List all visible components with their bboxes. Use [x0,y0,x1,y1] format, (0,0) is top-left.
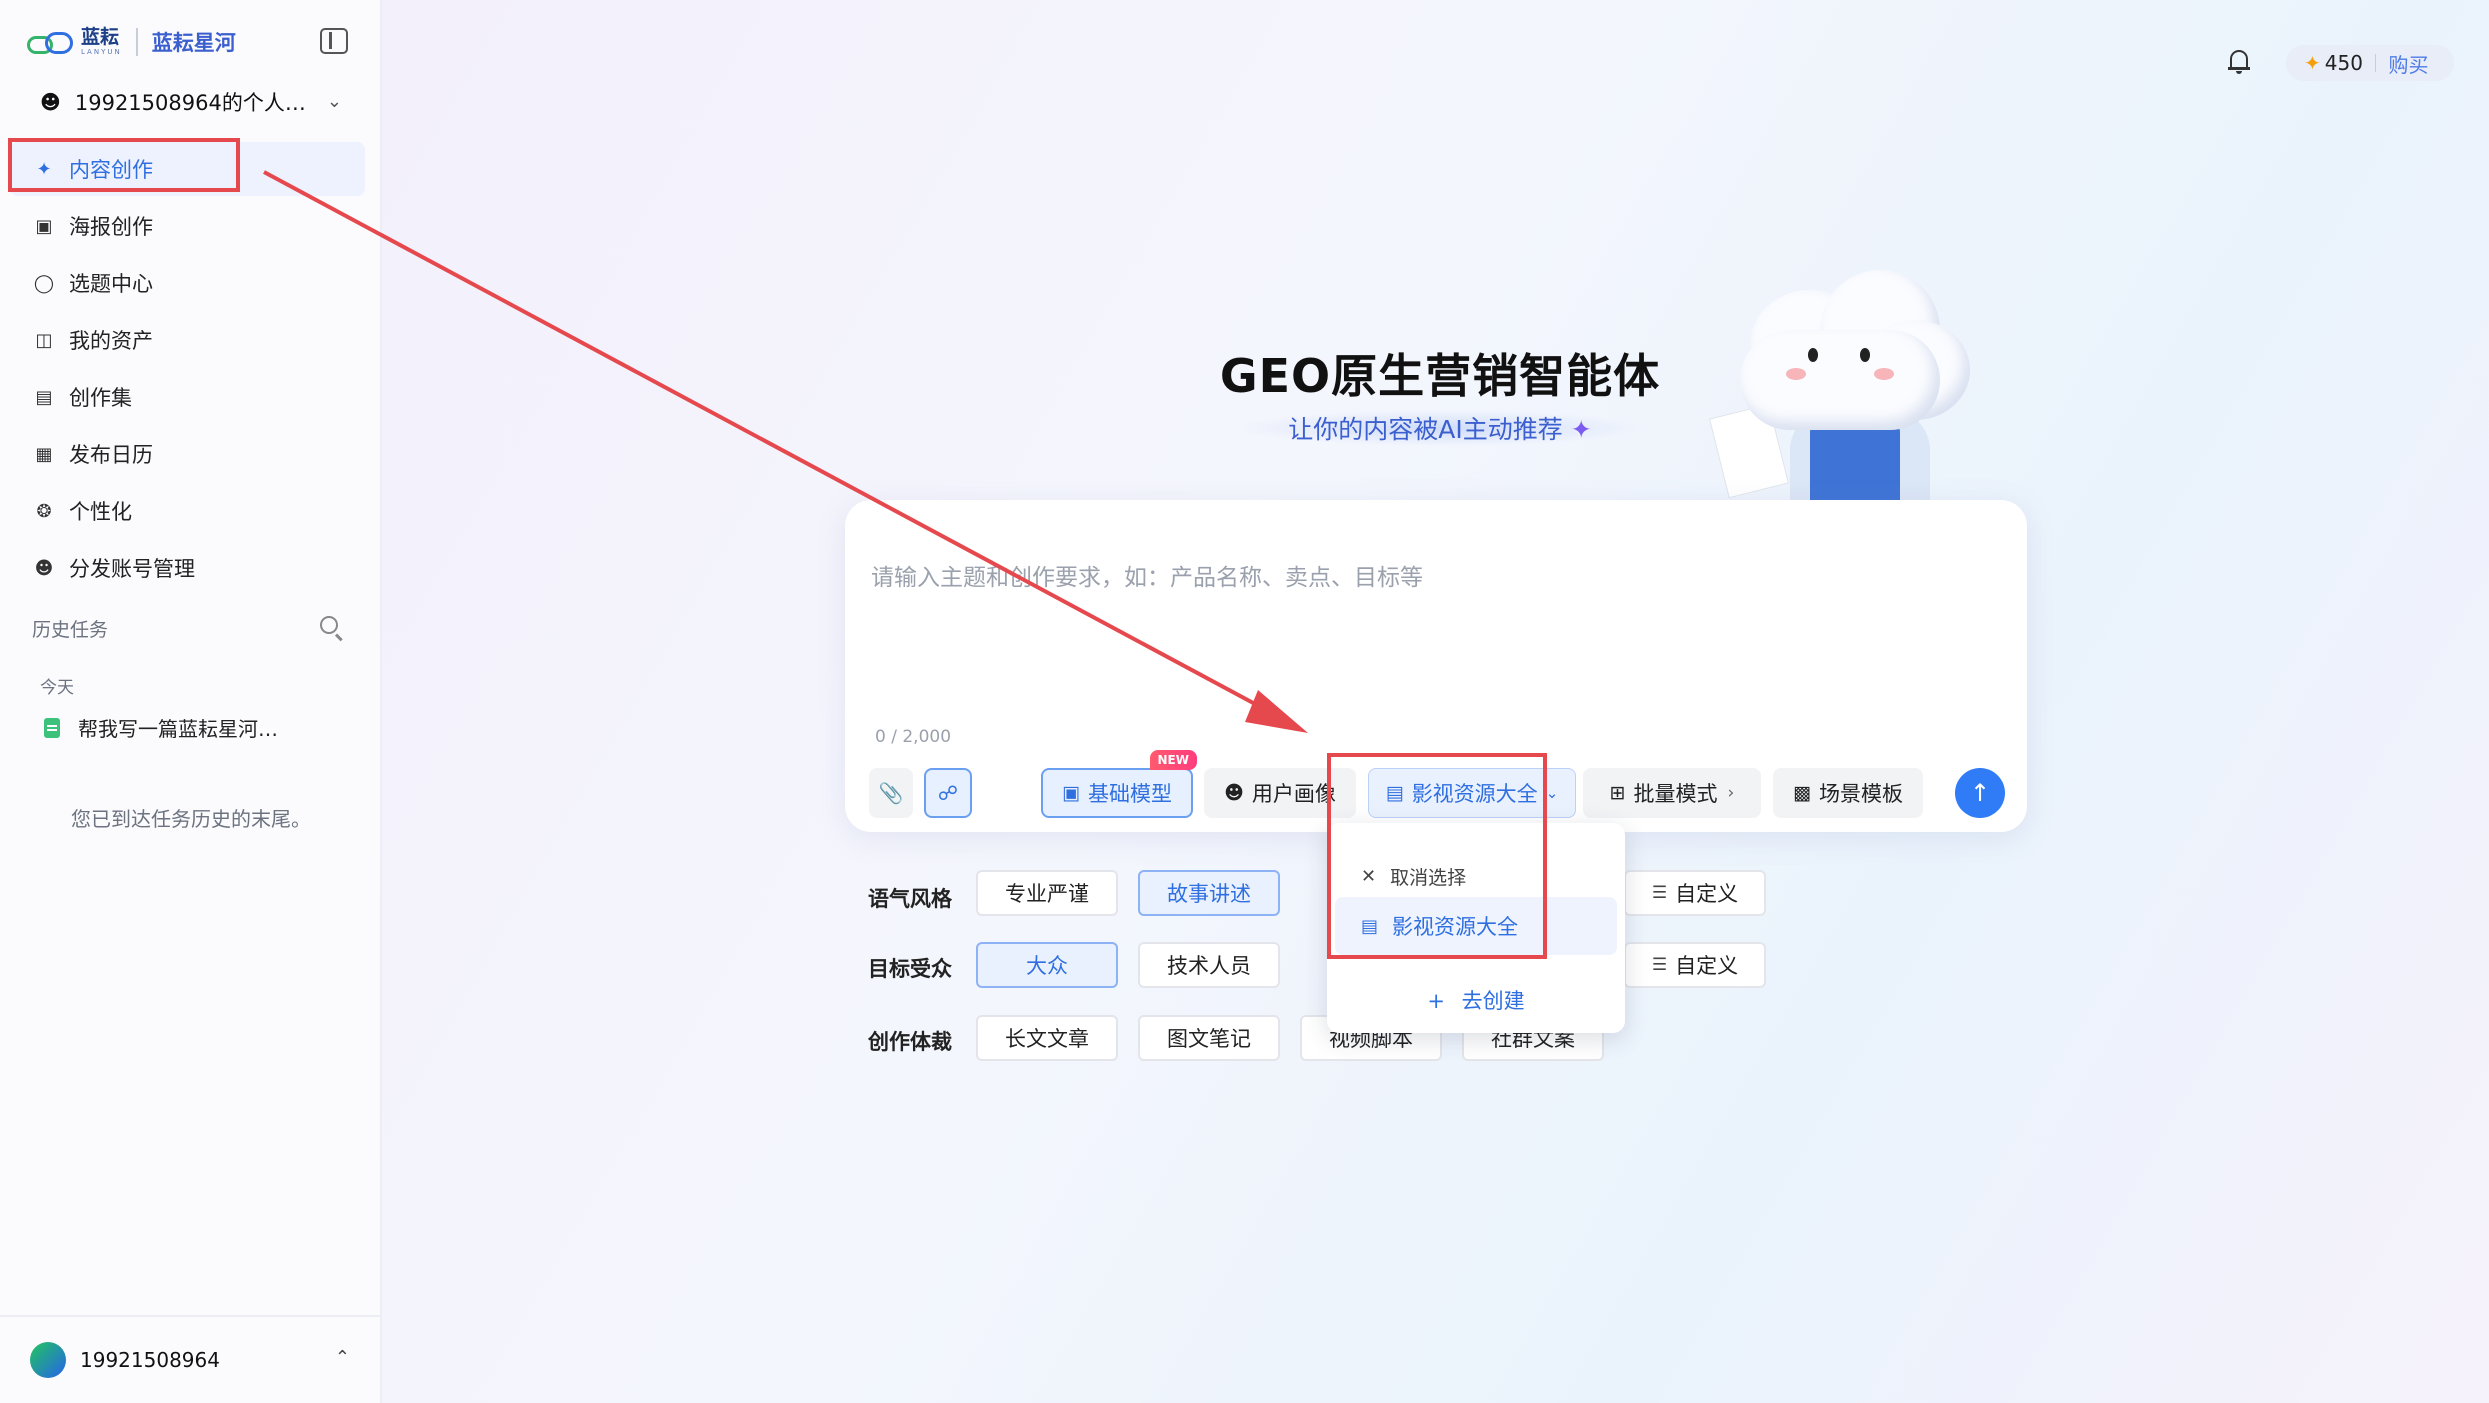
hero-subtitle: 让你的内容被AI主动推荐 [1288,415,1563,444]
arrow-up-icon: ↑ [1969,779,1991,807]
nav-label: 我的资产 [69,329,153,353]
nav-label: 海报创作 [69,215,153,239]
account-name: 19921508964的个人… [74,91,306,115]
credit-count: 450 [2324,51,2363,75]
annotation-box-resource [1327,753,1547,959]
prompt-input[interactable]: 请输入主题和创作要求，如：产品名称、卖点、目标等 [871,558,1423,592]
calendar-icon: ▦ [35,443,53,465]
paperclip-icon: 📎 [878,781,904,805]
sliders-icon: ☰ [1651,955,1668,975]
attach-button[interactable]: 📎 [869,768,913,818]
nav-label: 个性化 [69,500,132,524]
lanyun-logo-icon [27,28,75,56]
audience-option-selected[interactable]: 大众 [976,942,1118,988]
web-search-toggle[interactable]: ☍ [924,768,972,818]
plus-icon: + [1427,989,1445,1013]
audience-custom-button[interactable]: ☰ 自定义 [1624,942,1766,988]
cloud-mascot-illustration [1709,270,1980,500]
history-end-note: 您已到达任务历史的末尾。 [71,807,311,831]
chevron-right-icon: › [1727,783,1735,803]
credits-badge: ✦ 450 购买 [2286,45,2454,81]
nav-item-assets[interactable]: ◫ 我的资产 [10,313,365,367]
star-icon: ✦ [2304,51,2321,75]
buy-button[interactable]: 购买 [2388,49,2428,78]
folder-icon: ▤ [35,386,53,408]
credit-divider [2374,54,2377,72]
create-label: 去创建 [1461,989,1525,1013]
nav-item-poster[interactable]: ▣ 海报创作 [10,199,365,253]
nav-item-personalize[interactable]: ❂ 个性化 [10,484,365,538]
nav-label: 创作集 [69,386,132,410]
search-icon[interactable] [320,616,338,634]
logo-en: LANYUN [81,48,122,56]
model-select-button[interactable]: ▣ 基础模型 NEW [1041,750,1197,818]
history-item[interactable]: 帮我写一篇蓝耘星河… [44,713,278,742]
custom-label: 自定义 [1675,954,1739,978]
nav-label: 选题中心 [69,272,153,296]
logo-divider [135,28,138,56]
scene-label: 场景模板 [1818,782,1903,806]
sparkle-icon: ✦ [1570,415,1592,444]
history-header: 历史任务 [32,615,342,642]
audience-option[interactable]: 技术人员 [1138,942,1280,988]
history-date-group: 今天 [40,678,74,698]
batch-mode-button[interactable]: ⊞ 批量模式 › [1583,768,1761,818]
avatar [30,1342,66,1378]
tone-option[interactable]: 专业严谨 [976,870,1118,916]
nav-label: 分发账号管理 [69,557,195,581]
annotation-box-nav [8,138,240,192]
audience-label: 目标受众 [868,957,952,981]
product-name: 蓝耘星河 [151,31,236,55]
account-switcher[interactable]: ☻ 19921508964的个人… ⌄ [40,85,350,119]
genre-option[interactable]: 图文笔记 [1138,1015,1280,1061]
user-name: 19921508964 [80,1348,220,1372]
tone-custom-button[interactable]: ☰ 自定义 [1624,870,1766,916]
new-badge: NEW [1149,750,1197,770]
history-title: 历史任务 [32,619,109,641]
user-icon: ☻ [40,90,61,114]
tone-label: 语气风格 [868,887,952,911]
inbox-icon: ◫ [35,329,53,351]
nav-item-accounts[interactable]: ☻ 分发账号管理 [10,541,365,595]
clapperboard-icon: ▩ [1793,782,1811,804]
history-item-title: 帮我写一篇蓝耘星河… [78,717,278,741]
main-nav: ✦ 内容创作 ▣ 海报创作 ◯ 选题中心 ◫ 我的资产 ▤ 创作集 ▦ 发布日历… [10,142,365,598]
person-icon: ☻ [1224,782,1244,804]
nav-item-topics[interactable]: ◯ 选题中心 [10,256,365,310]
batch-label: 批量模式 [1633,782,1718,806]
hero-subtitle-wrap: 让你的内容被AI主动推荐 ✦ [1235,410,1645,446]
tone-option-selected[interactable]: 故事讲述 [1138,870,1280,916]
hero-title: GEO原生营销智能体 [1219,349,1661,403]
genre-option[interactable]: 长文文章 [976,1015,1118,1061]
user-profile-bar[interactable]: 19921508964 ⌃ [0,1315,382,1403]
nav-item-calendar[interactable]: ▦ 发布日历 [10,427,365,481]
nav-item-collections[interactable]: ▤ 创作集 [10,370,365,424]
genre-label: 创作体裁 [868,1030,952,1054]
dropdown-create-button[interactable]: + 去创建 [1327,985,1625,1015]
globe-icon: ☍ [937,781,959,805]
user-icon: ☻ [34,557,54,579]
brand-logo[interactable]: 蓝耘 LANYUN 蓝耘星河 [27,22,236,62]
logo-cn: 蓝耘 [81,26,120,48]
model-label: 基础模型 [1087,782,1172,806]
cube-icon: ▣ [1062,782,1080,804]
scene-template-button[interactable]: ▩ 场景模板 [1773,768,1923,818]
palette-icon: ❂ [36,500,52,522]
sidebar-toggle-icon[interactable] [320,28,348,54]
chevron-down-icon: ⌄ [326,91,342,112]
grid-icon: ⊞ [1609,782,1626,804]
chat-bubble-icon: ◯ [33,272,55,294]
bell-icon[interactable] [2228,48,2250,74]
image-icon: ▣ [35,215,53,237]
char-counter: 0 / 2,000 [875,727,952,747]
chevron-up-icon: ⌃ [334,1347,350,1368]
send-button[interactable]: ↑ [1955,768,2005,818]
sidebar: 蓝耘 LANYUN 蓝耘星河 ☻ 19921508964的个人… ⌄ ✦ 内容创… [0,0,382,1403]
persona-label: 用户画像 [1251,782,1336,806]
document-icon [44,717,60,738]
nav-label: 发布日历 [69,443,153,467]
chevron-down-icon: ⌄ [1545,784,1559,802]
sliders-icon: ☰ [1651,883,1668,903]
custom-label: 自定义 [1675,882,1739,906]
